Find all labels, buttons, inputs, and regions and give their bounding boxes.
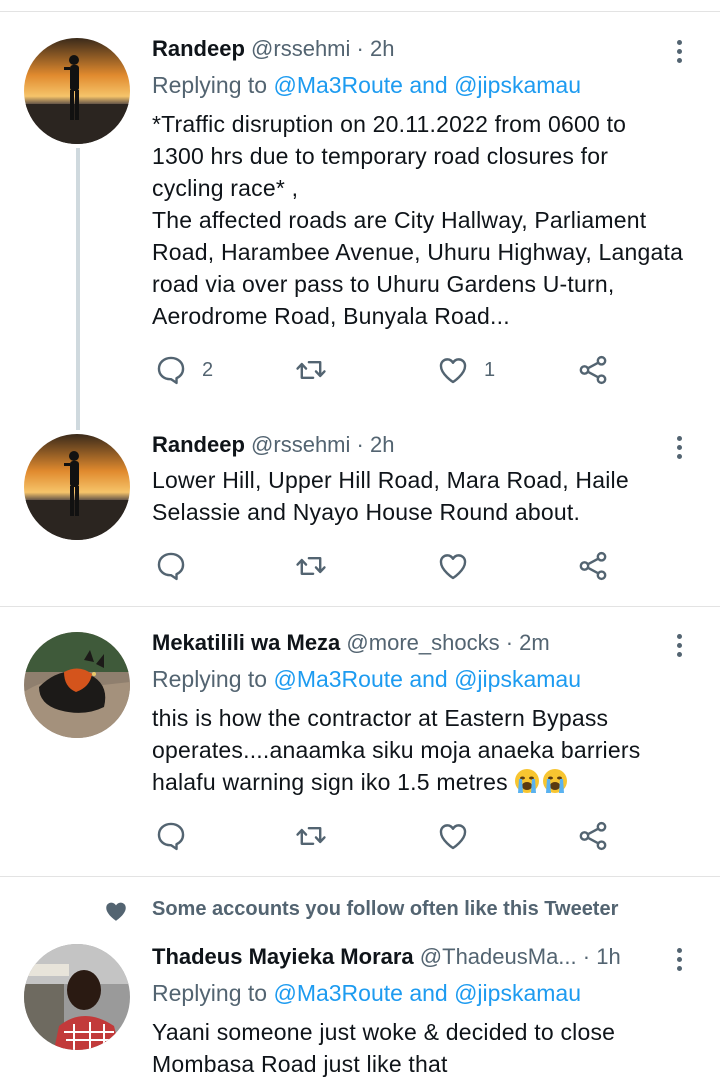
heart-icon [439, 824, 467, 850]
text-line: *Traffic disruption on 20.11.2022 from 0… [152, 111, 627, 137]
text-line: The affected roads are City Hallway, Par… [152, 207, 647, 233]
like-button[interactable]: 1 [436, 352, 495, 388]
divider [0, 606, 720, 607]
replying-to: Replying to @Ma3Route and @jipskamau [152, 70, 581, 100]
retweet-icon [296, 557, 326, 575]
separator-dot: · [356, 36, 364, 61]
share-button[interactable] [576, 548, 610, 584]
reply-icon [157, 822, 185, 851]
text-line: this is how the contractor at Eastern By… [152, 705, 609, 731]
tweet[interactable]: Randeep @rssehmi · 2h Lower Hill, Upper … [0, 430, 720, 600]
tweet-actions: 2 1 [152, 352, 622, 388]
timestamp[interactable]: 2m [519, 630, 550, 655]
heart-icon [439, 358, 467, 384]
social-context: Some accounts you follow often like this… [0, 894, 720, 924]
retweet-button[interactable] [294, 548, 328, 584]
timestamp[interactable]: 2h [370, 432, 394, 457]
reply-button[interactable] [154, 818, 188, 854]
more-options-icon[interactable] [670, 634, 690, 658]
reply-count: 2 [202, 358, 214, 381]
text-line: Mombasa Road just like that [152, 1051, 448, 1077]
user-handle[interactable]: @ThadeusMa... [420, 944, 577, 969]
timestamp[interactable]: 1h [596, 944, 620, 969]
text-line-content: halafu warning sign iko 1.5 metres [152, 769, 508, 795]
text-line: 1300 hrs due to temporary road closures … [152, 143, 609, 169]
replying-to-label: Replying to [152, 666, 268, 692]
text-line: Lower Hill, Upper Hill Road, Mara Road, … [152, 467, 629, 493]
retweet-icon [296, 827, 326, 845]
tweet[interactable]: Randeep @rssehmi · 2h Replying to @Ma3Ro… [0, 34, 720, 430]
tweet[interactable]: Mekatilili wa Meza @more_shocks · 2m Rep… [0, 628, 720, 868]
social-context-text: Some accounts you follow often like this… [152, 898, 619, 920]
separator-dot: · [505, 630, 514, 655]
text-line: halafu warning sign iko 1.5 metres [152, 766, 702, 798]
share-icon [579, 355, 607, 385]
share-icon [579, 551, 607, 581]
display-name[interactable]: Randeep [152, 36, 245, 61]
tweet-text: Yaani someone just woke & decided to clo… [152, 1016, 702, 1080]
loudly-crying-face-icon [515, 769, 540, 793]
retweet-button[interactable] [294, 352, 342, 388]
replying-to: Replying to @Ma3Route and @jipskamau [152, 664, 581, 694]
avatar[interactable] [24, 434, 130, 540]
avatar[interactable] [24, 38, 130, 144]
reply-mentions-link[interactable]: @Ma3Route and @jipskamau [273, 980, 581, 1006]
reply-icon [157, 552, 185, 581]
tweet[interactable]: Thadeus Mayieka Morara @ThadeusMa... · 1… [0, 942, 720, 1086]
top-divider [0, 11, 720, 12]
tweet-header: Thadeus Mayieka Morara @ThadeusMa... · 1… [152, 942, 621, 972]
share-button[interactable] [576, 818, 610, 854]
like-button[interactable] [436, 548, 470, 584]
tweet-header: Randeep @rssehmi · 2h [152, 34, 394, 64]
text-line: Yaani someone just woke & decided to clo… [152, 1019, 616, 1045]
loudly-crying-face-icon [543, 769, 568, 793]
reply-button[interactable] [154, 548, 188, 584]
retweet-icon [296, 361, 326, 379]
user-handle[interactable]: @rssehmi [251, 36, 350, 61]
reply-mentions-link[interactable]: @Ma3Route and @jipskamau [273, 666, 581, 692]
tweet-text: this is how the contractor at Eastern By… [152, 702, 702, 798]
tweet-header: Randeep @rssehmi · 2h [152, 430, 394, 460]
like-button[interactable] [436, 818, 470, 854]
display-name[interactable]: Mekatilili wa Meza [152, 630, 340, 655]
tweet-text: *Traffic disruption on 20.11.2022 from 0… [152, 108, 702, 332]
display-name[interactable]: Randeep [152, 432, 245, 457]
share-button[interactable] [576, 352, 610, 388]
tweet-header: Mekatilili wa Meza @more_shocks · 2m [152, 628, 550, 658]
replying-to-label: Replying to [152, 72, 268, 98]
divider [0, 876, 720, 877]
replying-to: Replying to @Ma3Route and @jipskamau [152, 978, 581, 1008]
display-name[interactable]: Thadeus Mayieka Morara [152, 944, 414, 969]
text-line: Road, Harambee Avenue, Uhuru Highway, La… [152, 239, 684, 265]
separator-dot: · [582, 944, 591, 969]
user-handle[interactable]: @rssehmi [251, 432, 350, 457]
more-options-icon[interactable] [670, 436, 690, 460]
reply-icon [157, 356, 185, 385]
more-options-icon[interactable] [670, 40, 690, 64]
more-options-icon[interactable] [670, 948, 690, 972]
reply-mentions-link[interactable]: @Ma3Route and @jipskamau [273, 72, 581, 98]
text-line: operates....anaamka siku moja anaeka bar… [152, 737, 641, 763]
thread-line [76, 148, 80, 430]
reply-button[interactable]: 2 [154, 352, 213, 388]
tweet-actions [152, 548, 622, 584]
separator-dot: · [356, 432, 364, 457]
text-line: Aerodrome Road, Bunyala Road... [152, 303, 510, 329]
user-handle[interactable]: @more_shocks [346, 630, 499, 655]
tweet-actions [152, 818, 622, 854]
avatar[interactable] [24, 944, 130, 1050]
share-icon [579, 821, 607, 851]
tweet-text: Lower Hill, Upper Hill Road, Mara Road, … [152, 464, 702, 528]
avatar[interactable] [24, 632, 130, 738]
retweet-button[interactable] [294, 818, 328, 854]
replying-to-label: Replying to [152, 980, 268, 1006]
heart-icon [439, 554, 467, 580]
like-count: 1 [484, 358, 496, 381]
heart-filled-icon [106, 902, 126, 921]
text-line: Selassie and Nyayo House Round about. [152, 499, 581, 525]
text-line: cycling race* , [152, 175, 299, 201]
timestamp[interactable]: 2h [370, 36, 394, 61]
text-line: road via over pass to Uhuru Gardens U-tu… [152, 271, 615, 297]
